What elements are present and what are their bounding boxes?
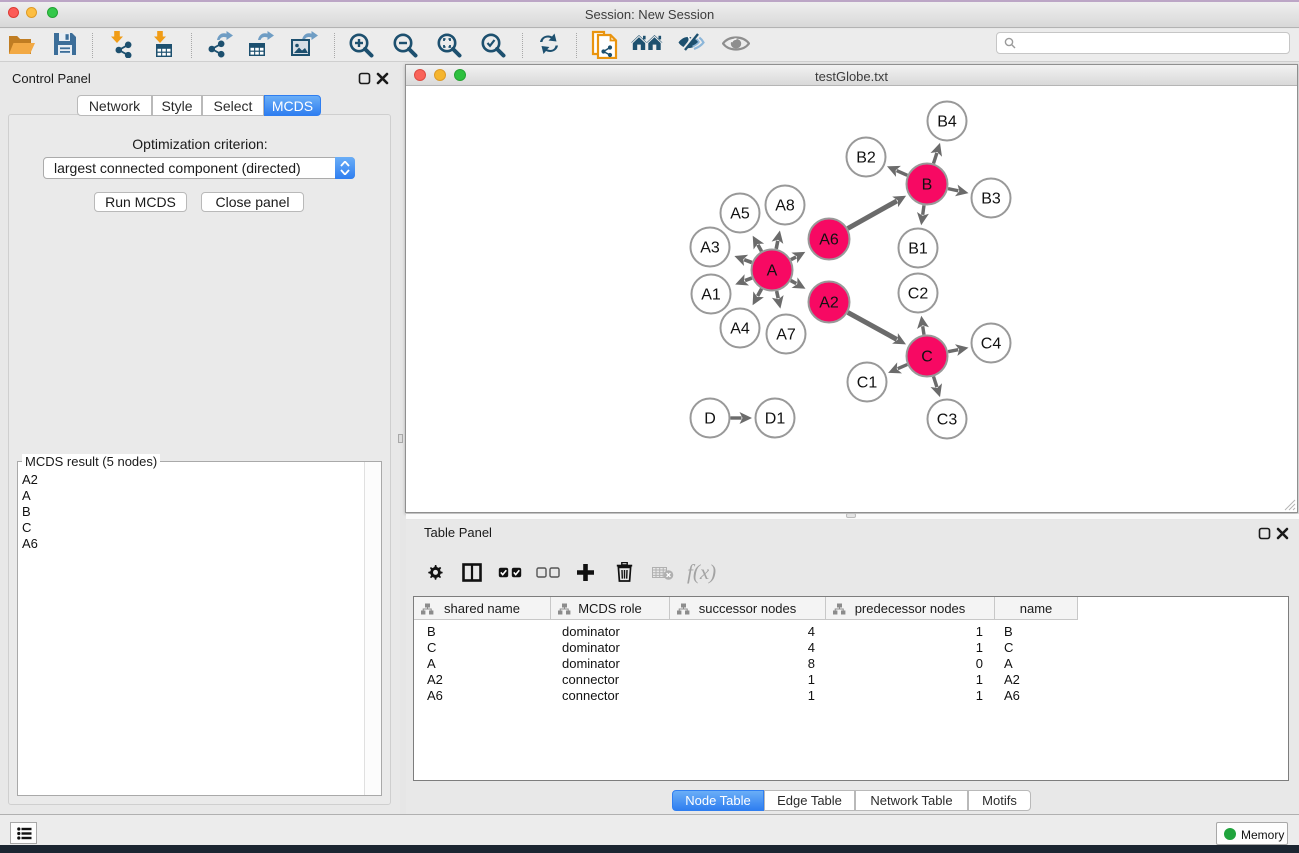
svg-text:D: D bbox=[704, 411, 716, 428]
svg-text:A5: A5 bbox=[730, 206, 750, 223]
svg-text:A3: A3 bbox=[700, 240, 720, 257]
svg-text:B: B bbox=[922, 177, 933, 194]
svg-text:C2: C2 bbox=[908, 286, 929, 303]
svg-text:C4: C4 bbox=[981, 336, 1002, 353]
svg-text:A2: A2 bbox=[819, 295, 839, 312]
svg-text:B3: B3 bbox=[981, 191, 1001, 208]
svg-text:C1: C1 bbox=[857, 375, 878, 392]
svg-text:A6: A6 bbox=[819, 232, 839, 249]
svg-text:C3: C3 bbox=[937, 412, 958, 429]
svg-text:B4: B4 bbox=[937, 114, 957, 131]
svg-text:A4: A4 bbox=[730, 321, 750, 338]
svg-text:A1: A1 bbox=[701, 287, 721, 304]
svg-text:B2: B2 bbox=[856, 150, 876, 167]
svg-text:A7: A7 bbox=[776, 327, 796, 344]
svg-text:C: C bbox=[921, 349, 933, 366]
svg-text:A8: A8 bbox=[775, 198, 795, 215]
svg-text:A: A bbox=[767, 263, 778, 280]
svg-text:B1: B1 bbox=[908, 241, 928, 258]
svg-text:D1: D1 bbox=[765, 411, 786, 428]
